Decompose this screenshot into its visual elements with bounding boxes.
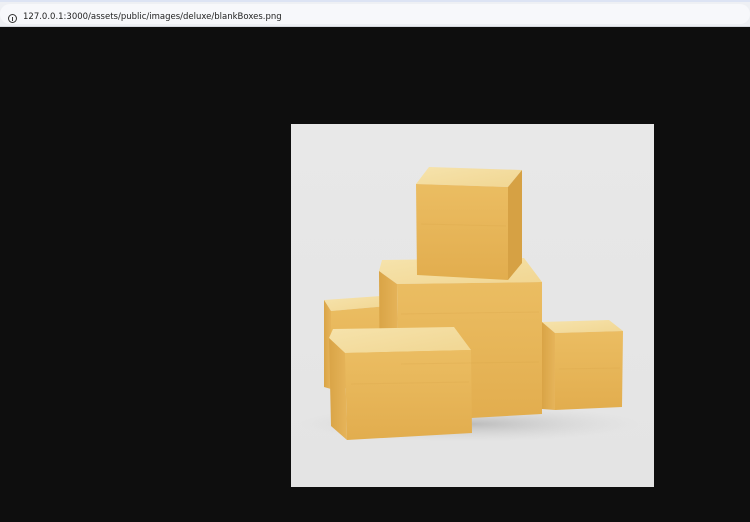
image-viewer xyxy=(0,27,750,522)
stacked-cardboard-boxes-image xyxy=(291,124,654,487)
url-field[interactable]: 127.0.0.1:3000/assets/public/images/delu… xyxy=(0,4,750,24)
info-icon[interactable] xyxy=(8,14,17,23)
address-bar[interactable]: 127.0.0.1:3000/assets/public/images/delu… xyxy=(0,0,750,27)
url-text[interactable]: 127.0.0.1:3000/assets/public/images/delu… xyxy=(23,12,282,23)
image-frame xyxy=(291,124,654,487)
